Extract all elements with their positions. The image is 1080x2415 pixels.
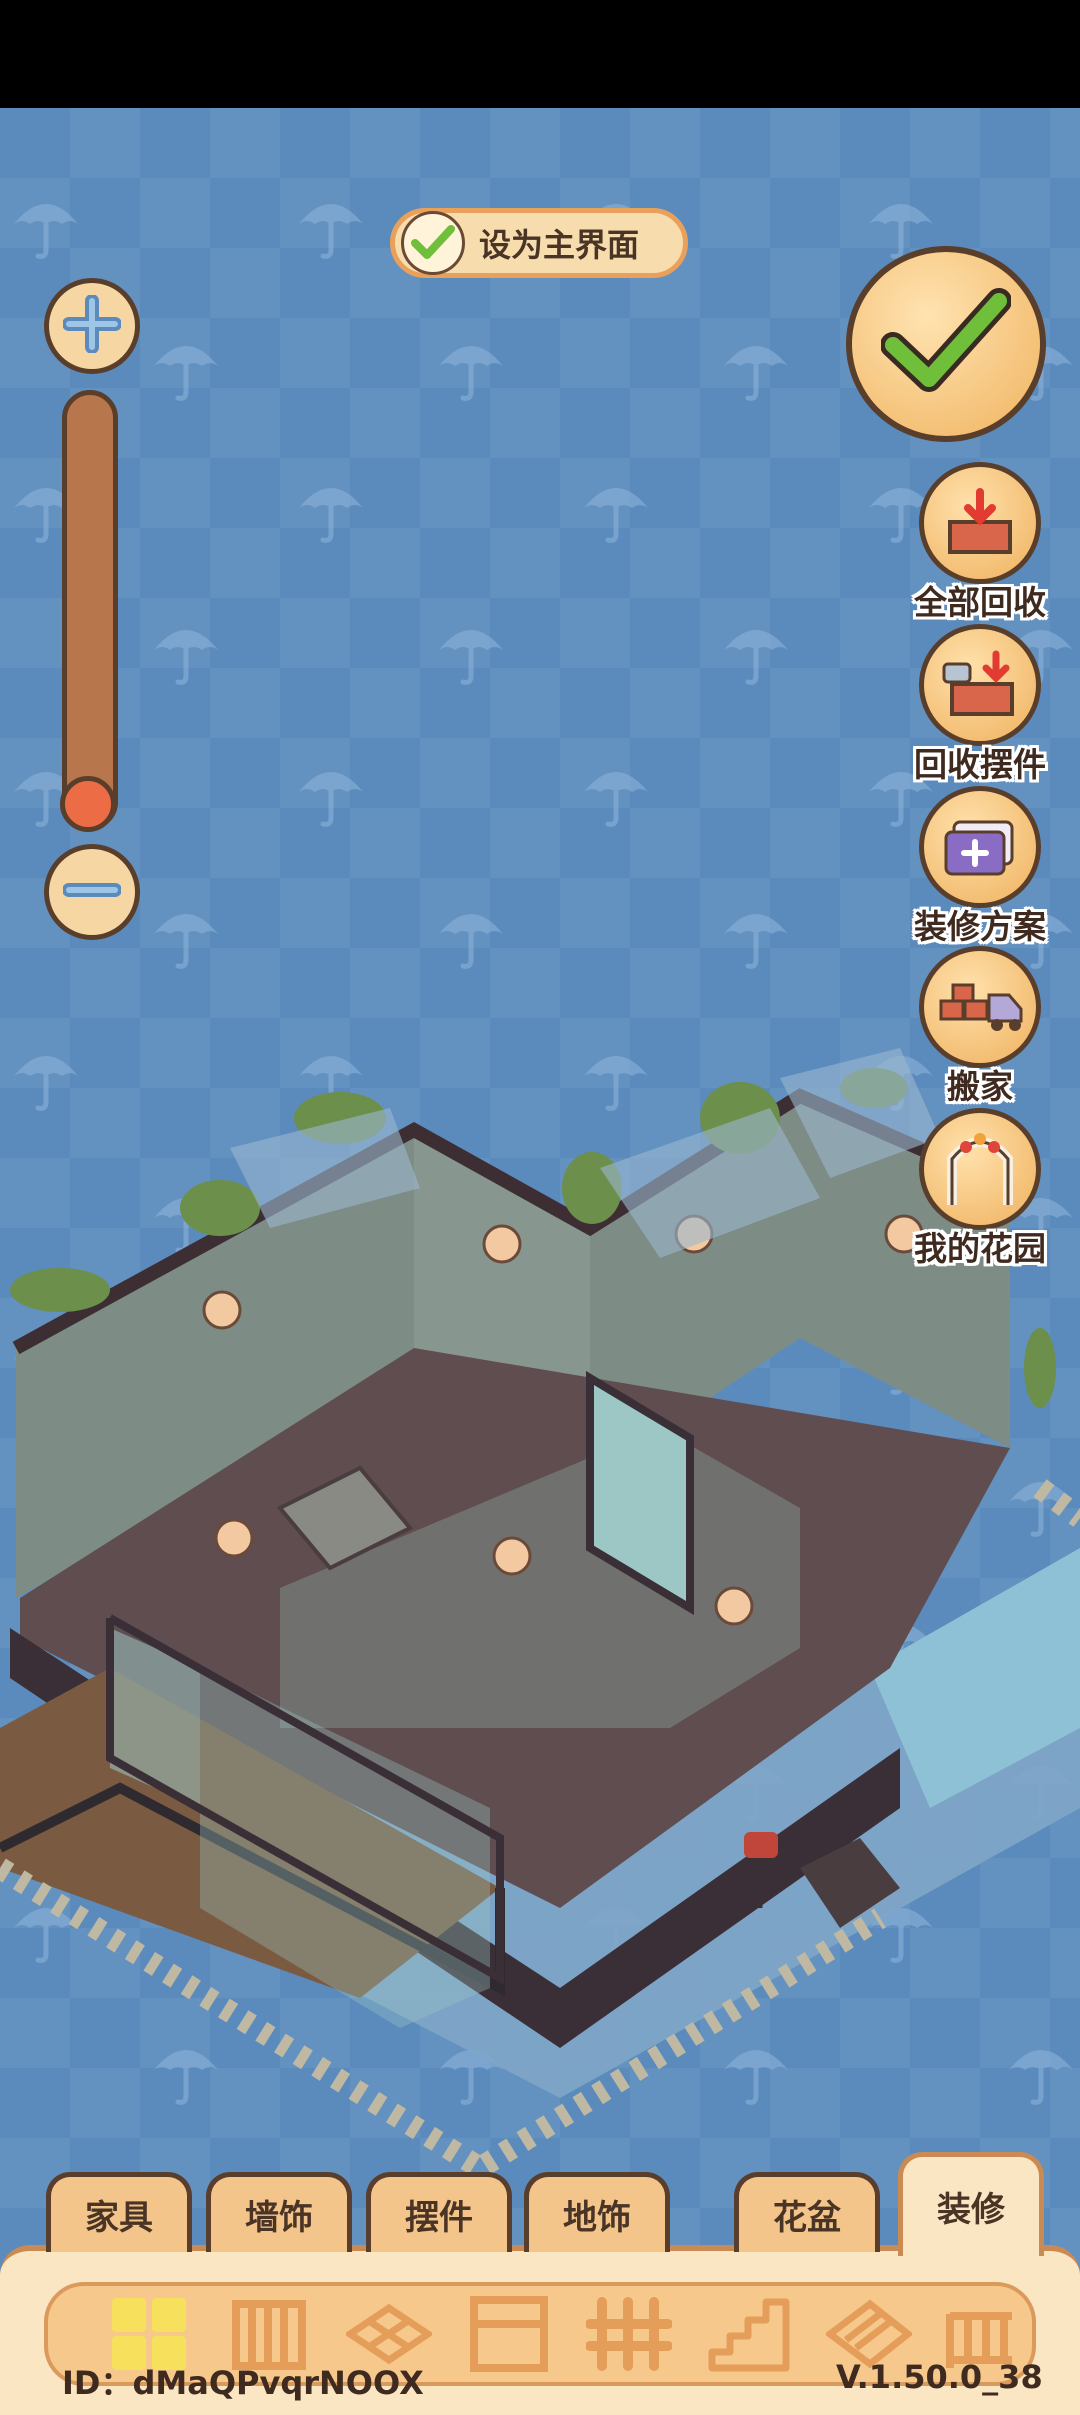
recycle-all-label: 全部回收 [914,583,1046,622]
recycle-all-button[interactable]: 全部回收 [880,462,1080,624]
tab-ornaments-label: 摆件 [405,2198,473,2238]
tab-floor-decor[interactable]: 地饰 [524,2172,670,2252]
confirm-button[interactable] [846,246,1046,442]
ornament-recycle-icon [919,624,1041,746]
stairs-icon[interactable] [706,2294,792,2374]
move-house-label: 搬家 [947,1067,1013,1106]
zoom-slider[interactable] [62,390,118,830]
window-icon[interactable] [466,2294,552,2374]
tab-renovation-label: 装修 [937,2190,1005,2230]
garden-arch-icon [919,1108,1041,1230]
zoom-slider-handle[interactable] [60,776,116,832]
my-garden-label: 我的花园 [914,1229,1046,1268]
set-home-label: 设为主界面 [479,226,640,264]
tab-flowerpots-label: 花盆 [773,2198,841,2238]
my-garden-button[interactable]: 我的花园 [880,1108,1080,1270]
tab-furniture[interactable]: 家具 [46,2172,192,2252]
recycle-ornaments-button[interactable]: 回收摆件 [880,624,1080,786]
status-bar [0,0,1080,108]
move-house-button[interactable]: 搬家 [880,946,1080,1108]
plan-add-icon [919,786,1041,908]
tab-floor-decor-label: 地饰 [563,2198,631,2238]
tab-flowerpots[interactable]: 花盆 [734,2172,880,2252]
tab-wall-decor[interactable]: 墙饰 [206,2172,352,2252]
version-label: V.1.50.0_38 [836,2358,1043,2396]
fence-icon[interactable] [585,2294,673,2374]
recycle-ornaments-label: 回收摆件 [914,745,1046,784]
tab-renovation[interactable]: 装修 [898,2152,1044,2256]
box-recycle-icon [919,462,1041,584]
tab-ornaments[interactable]: 摆件 [366,2172,512,2252]
zoom-out-button[interactable] [44,844,140,940]
moving-truck-icon [919,946,1041,1068]
player-id: ID：dMaQPvqrNOOX [62,2364,424,2402]
set-home-toggle[interactable]: 设为主界面 [390,208,688,278]
decoration-plan-button[interactable]: 装修方案 [880,786,1080,948]
checkmark-icon [401,211,465,275]
zoom-in-button[interactable] [44,278,140,374]
plus-icon [62,294,122,357]
minus-icon [62,861,122,923]
decoration-plan-label: 装修方案 [914,907,1046,946]
tab-furniture-label: 家具 [85,2198,153,2238]
tab-wall-decor-label: 墙饰 [245,2198,313,2238]
checkmark-icon [880,287,1012,401]
